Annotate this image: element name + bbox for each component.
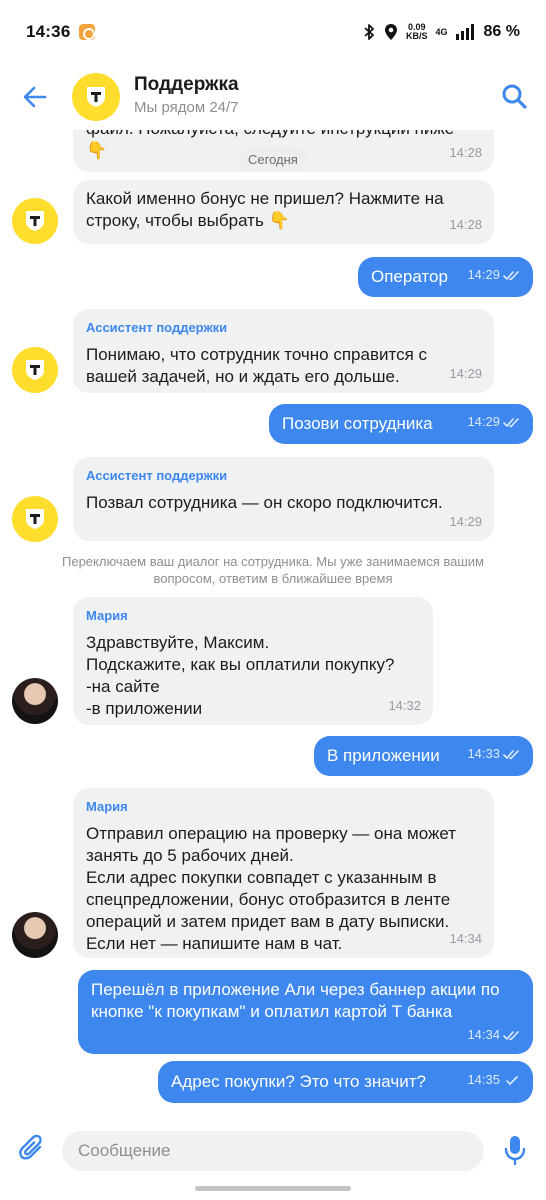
message-time: 14:28 xyxy=(449,217,482,232)
back-arrow-icon[interactable] xyxy=(20,82,50,112)
message-meta: 14:28 xyxy=(449,142,482,164)
message-text: Отправил операцию на проверку — она може… xyxy=(86,824,457,953)
message-meta: 14:35 xyxy=(467,1069,521,1091)
message-sender: Ассистент поддержки xyxy=(86,320,228,335)
status-bar: 14:36 0.09 KB/S 4G 86 % xyxy=(0,0,546,64)
message-time: 14:35 xyxy=(467,1072,500,1087)
search-icon[interactable] xyxy=(500,82,528,110)
message-meta: 14:29 xyxy=(449,363,482,385)
message-sender: Мария xyxy=(86,608,128,623)
message-time: 14:33 xyxy=(467,746,500,761)
chat-title[interactable]: Поддержка xyxy=(134,74,239,96)
message-outgoing[interactable]: Позови сотрудника 14:29 xyxy=(269,404,533,444)
chat-header: Поддержка Мы рядом 24/7 xyxy=(0,64,546,130)
message-outgoing[interactable]: Перешёл в приложение Али через баннер ак… xyxy=(78,970,533,1054)
operator-avatar[interactable] xyxy=(12,912,58,958)
t-logo-icon xyxy=(26,360,44,380)
message-list[interactable]: файл. Пожалуйста, следуйте инструкции ни… xyxy=(0,130,546,1115)
composer xyxy=(0,1118,546,1182)
status-time: 14:36 xyxy=(26,22,71,41)
status-indicators: 0.09 KB/S 4G 86 % xyxy=(362,23,520,41)
double-check-icon xyxy=(503,417,519,427)
battery-level: 86 % xyxy=(483,23,520,40)
message-text: Понимаю, что сотрудник точно справится с… xyxy=(86,345,428,386)
t-logo-icon xyxy=(87,87,105,107)
bot-avatar xyxy=(12,347,58,393)
attach-icon[interactable] xyxy=(18,1134,46,1164)
message-outgoing[interactable]: Оператор 14:29 xyxy=(358,257,533,297)
double-check-icon xyxy=(503,270,519,280)
microphone-icon[interactable] xyxy=(503,1134,527,1166)
message-time: 14:29 xyxy=(449,366,482,381)
signal-icon xyxy=(455,24,474,40)
t-logo-icon xyxy=(26,211,44,231)
support-avatar[interactable] xyxy=(72,73,120,121)
location-icon xyxy=(385,24,397,40)
message-outgoing[interactable]: В приложении 14:33 xyxy=(314,736,533,776)
network-speed: 0.09 KB/S xyxy=(406,23,428,41)
message-text: Перешёл в приложение Али через баннер ак… xyxy=(91,980,500,1021)
message-time: 14:29 xyxy=(467,267,500,282)
message-sender: Мария xyxy=(86,799,128,814)
message-incoming[interactable]: Ассистент поддержки Понимаю, что сотрудн… xyxy=(73,309,494,393)
message-meta: 14:34 xyxy=(449,928,482,950)
message-time: 14:32 xyxy=(388,698,421,713)
date-divider: Сегодня xyxy=(239,148,307,170)
message-time: 14:28 xyxy=(449,145,482,160)
message-meta: 14:28 xyxy=(449,214,482,236)
message-incoming[interactable]: Мария Отправил операцию на проверку — он… xyxy=(73,788,494,958)
network-type: 4G xyxy=(435,27,448,37)
message-incoming[interactable]: Ассистент поддержки Позвал сотрудника — … xyxy=(73,457,494,541)
check-icon xyxy=(506,1075,518,1085)
message-meta: 14:29 xyxy=(467,411,521,433)
message-time: 14:34 xyxy=(449,931,482,946)
message-meta: 14:34 xyxy=(467,1024,521,1046)
message-text: Какой именно бонус не пришел? Нажмите на… xyxy=(86,189,444,230)
bot-avatar xyxy=(12,198,58,244)
message-meta: 14:29 xyxy=(467,264,521,286)
double-check-icon xyxy=(503,749,519,759)
app-notification-icon xyxy=(79,24,96,40)
double-check-icon xyxy=(503,1030,519,1040)
speed-unit: KB/S xyxy=(406,31,428,41)
message-time: 14:34 xyxy=(467,1027,500,1042)
message-outgoing[interactable]: Адрес покупки? Это что значит? 14:35 xyxy=(158,1061,533,1103)
message-text: Здравствуйте, Максим. Подскажите, как вы… xyxy=(86,633,395,718)
message-meta: 14:32 xyxy=(388,695,421,717)
chat-subtitle: Мы рядом 24/7 xyxy=(134,99,239,116)
message-incoming[interactable]: Мария Здравствуйте, Максим. Подскажите, … xyxy=(73,597,433,725)
message-time: 14:29 xyxy=(449,514,482,529)
system-note: Переключаем ваш диалог на сотрудника. Мы… xyxy=(62,554,484,586)
operator-avatar[interactable] xyxy=(12,678,58,724)
message-text: Позвал сотрудника — он скоро подключится… xyxy=(86,493,443,512)
t-logo-icon xyxy=(26,509,44,529)
bot-avatar xyxy=(12,496,58,542)
message-incoming[interactable]: Какой именно бонус не пришел? Нажмите на… xyxy=(73,180,494,244)
message-input[interactable] xyxy=(62,1131,484,1171)
home-indicator[interactable] xyxy=(195,1186,351,1191)
message-sender: Ассистент поддержки xyxy=(86,468,228,483)
message-meta: 14:29 xyxy=(449,511,482,533)
bluetooth-icon xyxy=(364,24,374,40)
message-time: 14:29 xyxy=(467,414,500,429)
message-meta: 14:33 xyxy=(467,743,521,765)
